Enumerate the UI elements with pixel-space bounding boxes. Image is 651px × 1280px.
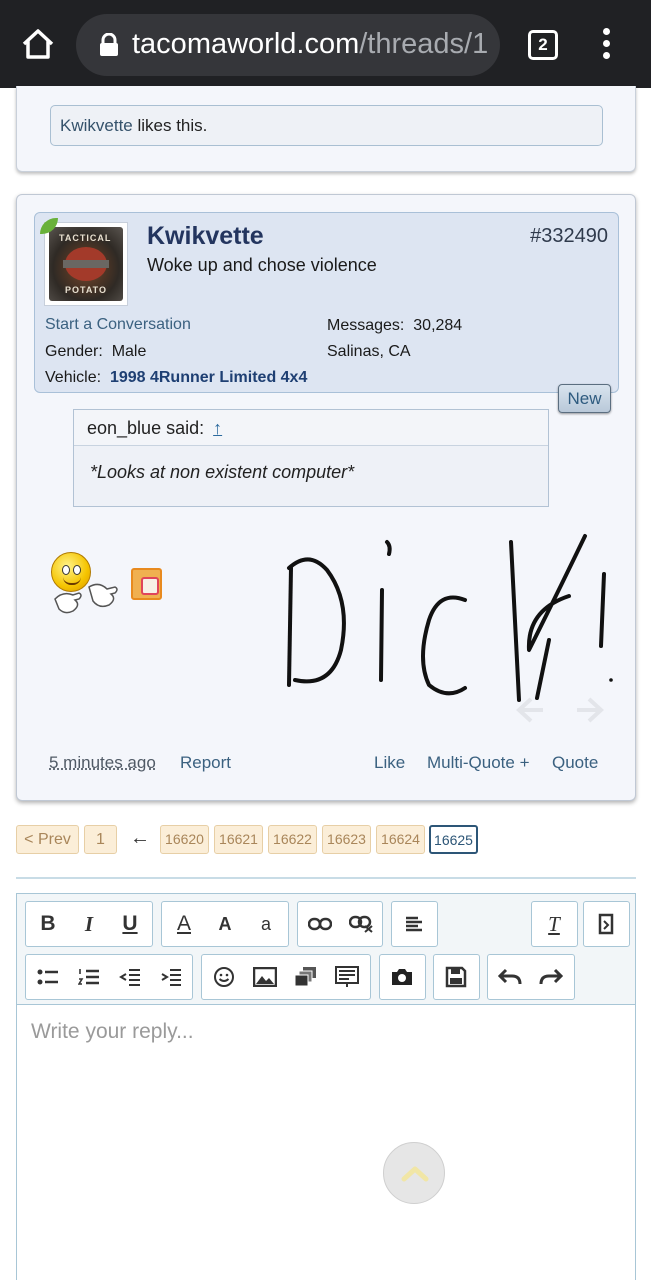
outdent-icon[interactable] xyxy=(110,955,150,999)
pointing-hands-icon xyxy=(53,583,121,623)
location: Salinas, CA xyxy=(327,343,411,360)
new-badge: New xyxy=(558,384,611,413)
italic-button[interactable]: I xyxy=(69,902,109,946)
page-current: 16625 xyxy=(429,825,478,854)
indent-icon[interactable] xyxy=(151,955,191,999)
draft-icon[interactable] xyxy=(327,955,367,999)
redo-icon[interactable] xyxy=(531,955,571,999)
post-timestamp[interactable]: 5 minutes ago xyxy=(49,753,156,773)
link-icon[interactable] xyxy=(300,902,340,946)
gender-label: Gender: xyxy=(45,343,103,360)
user-title: Woke up and chose violence xyxy=(147,255,377,275)
insert-group xyxy=(201,954,371,1000)
vehicle-label: Vehicle: xyxy=(45,369,102,386)
image-nav-arrows[interactable] xyxy=(505,695,615,725)
editor-toolbar: B I U A A a T xyxy=(17,894,635,1005)
messages-value: 30,284 xyxy=(413,317,463,334)
home-icon[interactable] xyxy=(18,24,58,64)
page-link[interactable]: 16624 xyxy=(376,825,425,854)
remove-format-button[interactable]: T xyxy=(534,902,574,946)
handwritten-drawing xyxy=(287,534,613,702)
liker-link[interactable]: Kwikvette xyxy=(60,116,133,135)
text-style-group: B I U xyxy=(25,901,153,947)
tab-switcher-button[interactable]: 2 xyxy=(528,30,558,60)
page-link[interactable]: 16623 xyxy=(322,825,371,854)
reply-editor: B I U A A a T Write your reply... xyxy=(16,893,636,1280)
likes-text: likes this. xyxy=(132,116,208,135)
quote-header: eon_blue said: ↑ xyxy=(74,410,548,446)
chevron-up-icon xyxy=(401,1166,429,1182)
like-link[interactable]: Like xyxy=(374,753,405,773)
url-domain: tacomaworld.com xyxy=(132,28,360,60)
page-link[interactable]: 16621 xyxy=(214,825,263,854)
quote-jump-link[interactable]: ↑ xyxy=(213,418,222,438)
camera-group xyxy=(379,954,426,1000)
broken-image-icon xyxy=(131,568,162,600)
messages-label: Messages: xyxy=(327,317,405,334)
jump-arrow-icon[interactable]: ← xyxy=(130,827,150,850)
unlink-icon[interactable] xyxy=(341,902,381,946)
save-draft-icon[interactable] xyxy=(436,955,476,999)
camera-icon[interactable] xyxy=(382,955,422,999)
forum-post: TACTICAL POTATO Kwikvette Woke up and ch… xyxy=(16,194,636,801)
messages-row: Messages: 30,284 xyxy=(327,317,462,335)
align-group xyxy=(391,901,438,947)
font-color-button[interactable]: A xyxy=(164,902,204,946)
page-link[interactable]: 16622 xyxy=(268,825,317,854)
likes-summary: Kwikvette likes this. xyxy=(50,105,603,146)
browser-toolbar: tacomaworld.com/threads/1 2 xyxy=(0,0,651,88)
previous-post: Kwikvette likes this. xyxy=(16,86,636,172)
media-icon[interactable] xyxy=(286,955,326,999)
quote-text: *Looks at non existent computer* xyxy=(90,462,355,482)
smilie-icon[interactable] xyxy=(204,955,244,999)
remove-format-group: T xyxy=(531,901,578,947)
image-icon[interactable] xyxy=(245,955,285,999)
url-text: tacomaworld.com/threads/1 xyxy=(132,28,488,61)
font-size-button[interactable]: A xyxy=(205,902,245,946)
prev-page-button[interactable]: < Prev xyxy=(16,825,79,854)
toggle-editor-group xyxy=(583,901,630,947)
gender-value: Male xyxy=(111,343,147,360)
post-number-link[interactable]: #332490 xyxy=(530,225,608,248)
url-path: /threads/1 xyxy=(359,28,489,60)
underline-button[interactable]: U xyxy=(110,902,150,946)
font-family-button[interactable]: a xyxy=(246,902,286,946)
avatar-text-top: TACTICAL xyxy=(59,233,112,243)
page-link[interactable]: 16620 xyxy=(160,825,209,854)
list-group xyxy=(25,954,193,1000)
bold-button[interactable]: B xyxy=(28,902,68,946)
scroll-to-top-button[interactable] xyxy=(383,1142,445,1204)
user-info-card: TACTICAL POTATO Kwikvette Woke up and ch… xyxy=(34,212,619,393)
toggle-bbcode-icon[interactable] xyxy=(586,902,626,946)
quote-author: eon_blue said: xyxy=(87,418,205,438)
save-group xyxy=(433,954,480,1000)
reply-input[interactable]: Write your reply... xyxy=(31,1020,194,1044)
avatar-text-bottom: POTATO xyxy=(65,285,107,295)
overflow-menu-icon[interactable] xyxy=(596,28,616,62)
multi-quote-link[interactable]: Multi-Quote + xyxy=(427,753,530,773)
vehicle-link[interactable]: 1998 4Runner Limited 4x4 xyxy=(110,369,307,386)
divider xyxy=(16,877,636,879)
address-bar[interactable]: tacomaworld.com/threads/1 xyxy=(76,14,500,76)
font-group: A A a xyxy=(161,901,289,947)
gender-row: Gender: Male xyxy=(45,343,146,361)
avatar[interactable]: TACTICAL POTATO xyxy=(44,222,128,306)
quote-link[interactable]: Quote xyxy=(552,753,598,773)
link-group xyxy=(297,901,383,947)
quote-block: eon_blue said: ↑ *Looks at non existent … xyxy=(73,409,549,507)
page-first[interactable]: 1 xyxy=(84,825,117,854)
bullet-list-icon[interactable] xyxy=(28,955,68,999)
numbered-list-icon[interactable] xyxy=(69,955,109,999)
report-link[interactable]: Report xyxy=(180,753,231,773)
align-icon[interactable] xyxy=(394,902,434,946)
avatar-image: TACTICAL POTATO xyxy=(49,227,123,301)
undo-icon[interactable] xyxy=(490,955,530,999)
vehicle-row: Vehicle: 1998 4Runner Limited 4x4 xyxy=(45,369,307,387)
start-conversation-link[interactable]: Start a Conversation xyxy=(45,316,191,334)
lock-icon xyxy=(98,32,120,57)
history-group xyxy=(487,954,575,1000)
post-username[interactable]: Kwikvette xyxy=(147,222,264,251)
